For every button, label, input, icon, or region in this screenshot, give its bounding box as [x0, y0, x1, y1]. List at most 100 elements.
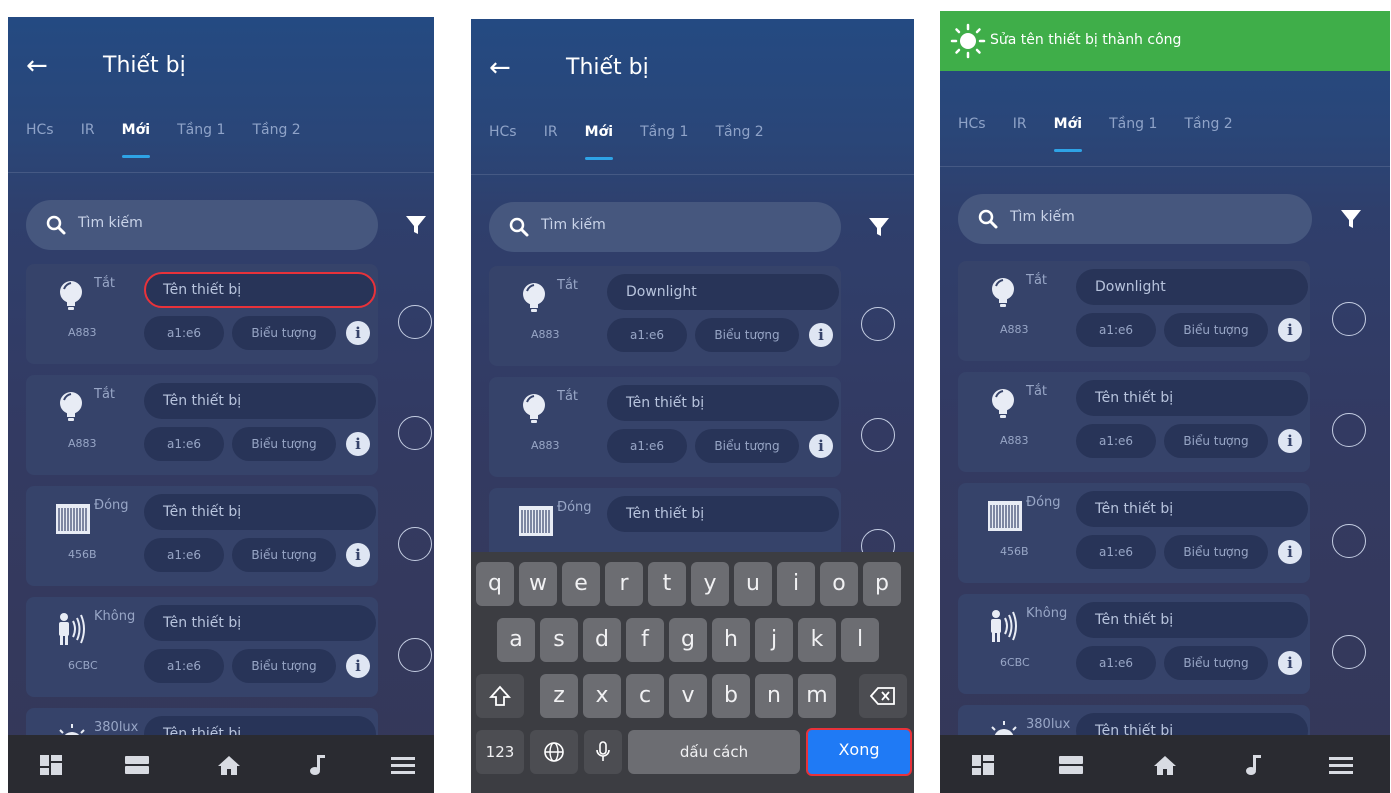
select-radio[interactable]	[398, 305, 432, 339]
backspace-key[interactable]	[859, 674, 907, 718]
icon-select-button[interactable]: Biểu tượng	[1164, 424, 1268, 458]
device-name-input[interactable]: Tên thiết bị	[144, 605, 376, 641]
icon-select-button[interactable]: Biểu tượng	[1164, 535, 1268, 569]
device-id-chip[interactable]: a1:e6	[607, 429, 687, 463]
key-c[interactable]: c	[626, 674, 664, 718]
device-card[interactable]: Đóng 456B Tên thiết bị a1:e6 Biểu tượng …	[958, 483, 1310, 583]
list-icon[interactable]	[1058, 754, 1084, 776]
key-i[interactable]: i	[777, 562, 815, 606]
info-icon[interactable]: i	[346, 654, 370, 678]
tab-tang-2[interactable]: Tầng 2	[1184, 116, 1232, 132]
device-id-chip[interactable]: a1:e6	[144, 316, 224, 350]
key-d[interactable]: d	[583, 618, 621, 662]
icon-select-button[interactable]: Biểu tượng	[695, 429, 799, 463]
music-note-icon[interactable]	[304, 754, 330, 776]
music-note-icon[interactable]	[1240, 754, 1266, 776]
microphone-key[interactable]	[584, 730, 622, 774]
tab-hcs[interactable]: HCs	[958, 116, 986, 132]
done-key[interactable]: Xong	[806, 728, 912, 776]
device-id-chip[interactable]: a1:e6	[1076, 313, 1156, 347]
key-k[interactable]: k	[798, 618, 836, 662]
tab-hcs[interactable]: HCs	[489, 124, 517, 140]
numbers-key[interactable]: 123	[476, 730, 524, 774]
device-card[interactable]: Tắt A883 Tên thiết bị a1:e6 Biểu tượng i	[26, 375, 378, 475]
search-input[interactable]: Tìm kiếm	[26, 200, 378, 250]
tab-tang-1[interactable]: Tầng 1	[177, 122, 225, 138]
device-id-chip[interactable]: a1:e6	[1076, 646, 1156, 680]
filter-icon[interactable]	[1339, 207, 1363, 231]
device-name-input[interactable]: Tên thiết bị	[144, 383, 376, 419]
key-b[interactable]: b	[712, 674, 750, 718]
key-t[interactable]: t	[648, 562, 686, 606]
key-g[interactable]: g	[669, 618, 707, 662]
back-button[interactable]: ←	[26, 51, 48, 81]
tab-tang-2[interactable]: Tầng 2	[715, 124, 763, 140]
menu-icon[interactable]	[1328, 754, 1354, 776]
device-id-chip[interactable]: a1:e6	[1076, 535, 1156, 569]
device-name-input[interactable]: Tên thiết bị	[1076, 602, 1308, 638]
key-l[interactable]: l	[841, 618, 879, 662]
tab-moi[interactable]: Mới	[1053, 116, 1083, 152]
key-h[interactable]: h	[712, 618, 750, 662]
key-f[interactable]: f	[626, 618, 664, 662]
device-name-input[interactable]: Tên thiết bị	[1076, 491, 1308, 527]
icon-select-button[interactable]: Biểu tượng	[1164, 313, 1268, 347]
filter-icon[interactable]	[867, 215, 891, 239]
icon-select-button[interactable]: Biểu tượng	[232, 649, 336, 683]
filter-icon[interactable]	[404, 213, 428, 237]
select-radio[interactable]	[398, 416, 432, 450]
tab-moi[interactable]: Mới	[121, 122, 151, 158]
icon-select-button[interactable]: Biểu tượng	[232, 427, 336, 461]
device-name-input[interactable]: Downlight	[607, 274, 839, 310]
select-radio[interactable]	[1332, 302, 1366, 336]
info-icon[interactable]: i	[809, 323, 833, 347]
search-input[interactable]: Tìm kiếm	[958, 194, 1312, 244]
key-n[interactable]: n	[755, 674, 793, 718]
device-name-input[interactable]: Tên thiết bị	[607, 496, 839, 532]
home-icon[interactable]	[216, 754, 242, 776]
device-name-input[interactable]: Tên thiết bị	[144, 494, 376, 530]
tab-ir[interactable]: IR	[81, 122, 95, 138]
tab-moi[interactable]: Mới	[584, 124, 614, 160]
device-card[interactable]: Tắt A883 Downlight a1:e6 Biểu tượng i	[489, 266, 841, 366]
key-v[interactable]: v	[669, 674, 707, 718]
key-e[interactable]: e	[562, 562, 600, 606]
key-j[interactable]: j	[755, 618, 793, 662]
device-id-chip[interactable]: a1:e6	[607, 318, 687, 352]
info-icon[interactable]: i	[1278, 429, 1302, 453]
device-card[interactable]: Tắt A883 Tên thiết bị a1:e6 Biểu tượng i	[489, 377, 841, 477]
key-m[interactable]: m	[798, 674, 836, 718]
tab-tang-1[interactable]: Tầng 1	[640, 124, 688, 140]
icon-select-button[interactable]: Biểu tượng	[1164, 646, 1268, 680]
device-card[interactable]: Đóng 456B Tên thiết bị a1:e6 Biểu tượng …	[26, 486, 378, 586]
device-id-chip[interactable]: a1:e6	[144, 649, 224, 683]
globe-key[interactable]	[530, 730, 578, 774]
dashboard-icon[interactable]	[970, 754, 996, 776]
tab-ir[interactable]: IR	[1013, 116, 1027, 132]
key-w[interactable]: w	[519, 562, 557, 606]
key-q[interactable]: q	[476, 562, 514, 606]
select-radio[interactable]	[861, 418, 895, 452]
key-r[interactable]: r	[605, 562, 643, 606]
list-icon[interactable]	[124, 754, 150, 776]
icon-select-button[interactable]: Biểu tượng	[232, 538, 336, 572]
key-y[interactable]: y	[691, 562, 729, 606]
info-icon[interactable]: i	[809, 434, 833, 458]
device-card[interactable]: Không 6CBC Tên thiết bị a1:e6 Biểu tượng…	[958, 594, 1310, 694]
icon-select-button[interactable]: Biểu tượng	[695, 318, 799, 352]
info-icon[interactable]: i	[1278, 318, 1302, 342]
select-radio[interactable]	[1332, 413, 1366, 447]
key-p[interactable]: p	[863, 562, 901, 606]
key-a[interactable]: a	[497, 618, 535, 662]
dashboard-icon[interactable]	[38, 754, 64, 776]
device-card[interactable]: Tắt A883 Downlight a1:e6 Biểu tượng i	[958, 261, 1310, 361]
select-radio[interactable]	[1332, 635, 1366, 669]
device-name-input[interactable]: Downlight	[1076, 269, 1308, 305]
device-id-chip[interactable]: a1:e6	[144, 427, 224, 461]
key-u[interactable]: u	[734, 562, 772, 606]
space-key[interactable]: dấu cách	[628, 730, 800, 774]
key-o[interactable]: o	[820, 562, 858, 606]
device-name-input[interactable]: Tên thiết bị	[607, 385, 839, 421]
info-icon[interactable]: i	[346, 543, 370, 567]
select-radio[interactable]	[1332, 524, 1366, 558]
